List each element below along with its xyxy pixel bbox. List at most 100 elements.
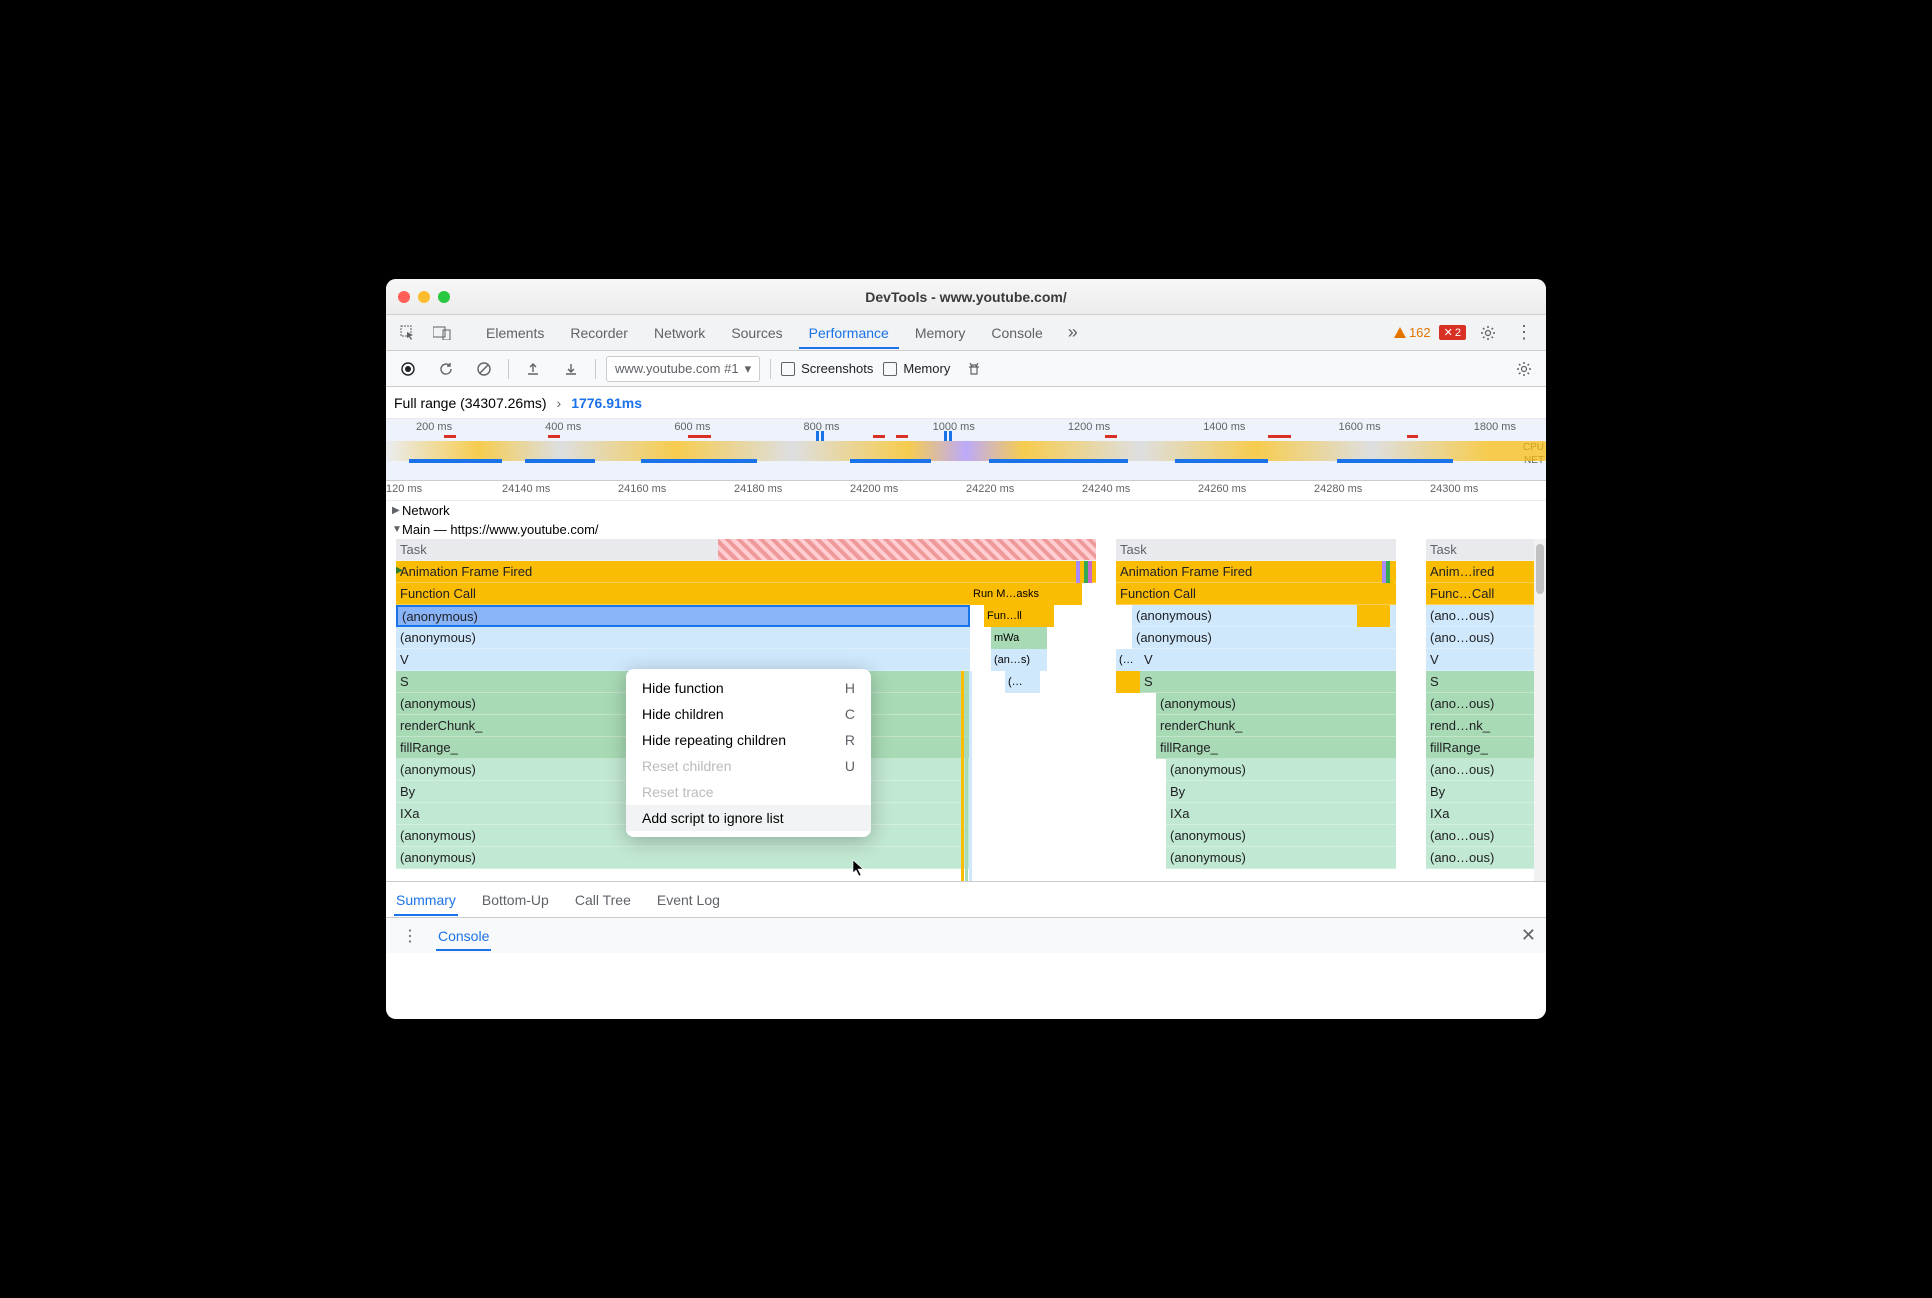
settings-icon[interactable] <box>1474 319 1502 347</box>
garbage-collect-icon[interactable] <box>960 355 988 383</box>
flame-anonymous[interactable]: (anonymous) <box>1132 627 1396 649</box>
flame-fill-range[interactable]: fillRange_ <box>1426 737 1534 759</box>
flame-render-chunk[interactable]: renderChunk_ <box>1156 715 1396 737</box>
flame-event[interactable]: Anim…ired <box>1426 561 1534 583</box>
drawer-tab-console[interactable]: Console <box>436 921 491 951</box>
tab-summary[interactable]: Summary <box>394 884 458 916</box>
flame-anonymous[interactable]: (anonymous) <box>1166 825 1396 847</box>
flame-anonymous[interactable]: (ano…ous) <box>1426 847 1534 869</box>
ctx-label: Reset trace <box>642 784 714 800</box>
tick-label: 1000 ms <box>933 421 975 435</box>
warnings-badge[interactable]: 162 <box>1393 325 1431 340</box>
overview-minimap[interactable]: 200 ms 400 ms 600 ms 800 ms 1000 ms 1200… <box>386 419 1546 481</box>
flame-s[interactable]: S <box>1426 671 1534 693</box>
tab-network[interactable]: Network <box>644 317 715 349</box>
tab-bottom-up[interactable]: Bottom-Up <box>480 884 551 916</box>
flame-by[interactable]: By <box>1166 781 1396 803</box>
flame-slice[interactable]: Fun…ll <box>984 605 1054 627</box>
ctx-hide-children[interactable]: Hide children C <box>626 701 871 727</box>
device-toolbar-icon[interactable] <box>428 319 456 347</box>
flame-chart[interactable]: ▸ Task Animation Frame Fired Function Ca… <box>386 539 1546 881</box>
flame-anonymous-selected[interactable]: (anonymous) <box>396 605 970 627</box>
flame-anonymous[interactable]: (anonymous) <box>1166 847 1396 869</box>
flame-v[interactable]: V <box>396 649 970 671</box>
flame-anonymous[interactable]: (anonymous) <box>396 847 970 869</box>
tab-recorder[interactable]: Recorder <box>560 317 638 349</box>
flame-task[interactable]: Task <box>1426 539 1534 561</box>
upload-icon[interactable] <box>519 355 547 383</box>
tick-label: 24240 ms <box>1082 483 1198 500</box>
ctx-shortcut: R <box>845 732 855 748</box>
flame-anonymous[interactable]: (ano…ous) <box>1426 825 1534 847</box>
breadcrumb-current[interactable]: 1776.91ms <box>571 395 642 411</box>
more-tabs-icon[interactable]: » <box>1059 319 1087 347</box>
flame-ixa[interactable]: IXa <box>1426 803 1534 825</box>
tab-elements[interactable]: Elements <box>476 317 554 349</box>
errors-badge[interactable]: ✕ 2 <box>1439 325 1466 340</box>
flame-slice[interactable] <box>1116 671 1140 693</box>
flame-slice[interactable]: Run M…asks <box>970 583 1082 605</box>
chevron-right-icon: › <box>557 395 562 411</box>
flame-anonymous[interactable]: (anonymous) <box>1156 693 1396 715</box>
flame-s[interactable]: S <box>1140 671 1396 693</box>
flame-function-call[interactable]: Func…Call <box>1426 583 1534 605</box>
flame-anonymous[interactable]: (ano…ous) <box>1426 759 1534 781</box>
download-icon[interactable] <box>557 355 585 383</box>
tab-performance[interactable]: Performance <box>799 317 899 349</box>
flame-render-chunk[interactable]: rend…nk_ <box>1426 715 1534 737</box>
flame-slice[interactable]: (… <box>1116 649 1140 671</box>
tab-event-log[interactable]: Event Log <box>655 884 722 916</box>
warnings-count: 162 <box>1409 325 1431 340</box>
close-drawer-button[interactable]: ✕ <box>1521 925 1536 946</box>
flame-slice[interactable]: mWa <box>991 627 1047 649</box>
flame-event[interactable]: Animation Frame Fired <box>396 561 1096 583</box>
flame-anonymous[interactable]: (anonymous) <box>1166 759 1396 781</box>
panel-settings-icon[interactable] <box>1510 355 1538 383</box>
checkbox-icon <box>883 362 897 376</box>
flame-event[interactable]: Animation Frame Fired <box>1116 561 1396 583</box>
flame-v[interactable]: V <box>1426 649 1534 671</box>
tab-call-tree[interactable]: Call Tree <box>573 884 633 916</box>
flame-v[interactable]: V <box>1140 649 1396 671</box>
flame-fill-range[interactable]: fillRange_ <box>1156 737 1396 759</box>
tab-sources[interactable]: Sources <box>721 317 792 349</box>
screenshots-toggle[interactable]: Screenshots <box>781 361 873 376</box>
tab-console[interactable]: Console <box>981 317 1052 349</box>
chevron-down-icon: ▾ <box>745 361 752 377</box>
kebab-menu-icon[interactable]: ⋮ <box>1510 319 1538 347</box>
flame-function-call[interactable]: Function Call <box>396 583 970 605</box>
flame-slice[interactable]: (… <box>1005 671 1040 693</box>
record-button[interactable] <box>394 355 422 383</box>
flame-anonymous[interactable]: (ano…ous) <box>1426 693 1534 715</box>
flame-task[interactable]: Task <box>396 539 1096 561</box>
main-tabstrip: Elements Recorder Network Sources Perfor… <box>386 315 1546 351</box>
ctx-hide-repeating-children[interactable]: Hide repeating children R <box>626 727 871 753</box>
flame-anonymous[interactable]: (ano…ous) <box>1426 605 1534 627</box>
inspect-icon[interactable] <box>394 319 422 347</box>
flame-ixa[interactable]: IXa <box>1166 803 1396 825</box>
errors-count: 2 <box>1455 327 1461 339</box>
tick-label: 24200 ms <box>850 483 966 500</box>
vertical-scrollbar[interactable] <box>1534 539 1546 881</box>
flame-by[interactable]: By <box>1426 781 1534 803</box>
profile-selector-label: www.youtube.com #1 <box>615 361 739 376</box>
flame-anonymous[interactable]: (ano…ous) <box>1426 627 1534 649</box>
breadcrumb-full-range[interactable]: Full range (34307.26ms) <box>394 395 547 411</box>
flame-slice[interactable] <box>1357 605 1391 627</box>
network-section-header[interactable]: ▶ Network <box>386 501 1546 520</box>
ctx-add-to-ignore-list[interactable]: Add script to ignore list <box>626 805 871 831</box>
memory-toggle[interactable]: Memory <box>883 361 950 376</box>
flame-slice[interactable]: (an…s) <box>991 649 1047 671</box>
screenshots-label: Screenshots <box>801 361 873 376</box>
ctx-hide-function[interactable]: Hide function H <box>626 675 871 701</box>
flame-function-call[interactable]: Function Call <box>1116 583 1396 605</box>
reload-record-button[interactable] <box>432 355 460 383</box>
main-section-header[interactable]: ▼ Main — https://www.youtube.com/ <box>386 520 1546 539</box>
clear-button[interactable] <box>470 355 498 383</box>
flame-anonymous[interactable]: (anonymous) <box>396 627 970 649</box>
drawer-kebab-icon[interactable]: ⋮ <box>396 922 424 950</box>
profile-selector-dropdown[interactable]: www.youtube.com #1 ▾ <box>606 356 760 382</box>
overview-ticks: 200 ms 400 ms 600 ms 800 ms 1000 ms 1200… <box>386 421 1546 435</box>
flame-task[interactable]: Task <box>1116 539 1396 561</box>
tab-memory[interactable]: Memory <box>905 317 976 349</box>
